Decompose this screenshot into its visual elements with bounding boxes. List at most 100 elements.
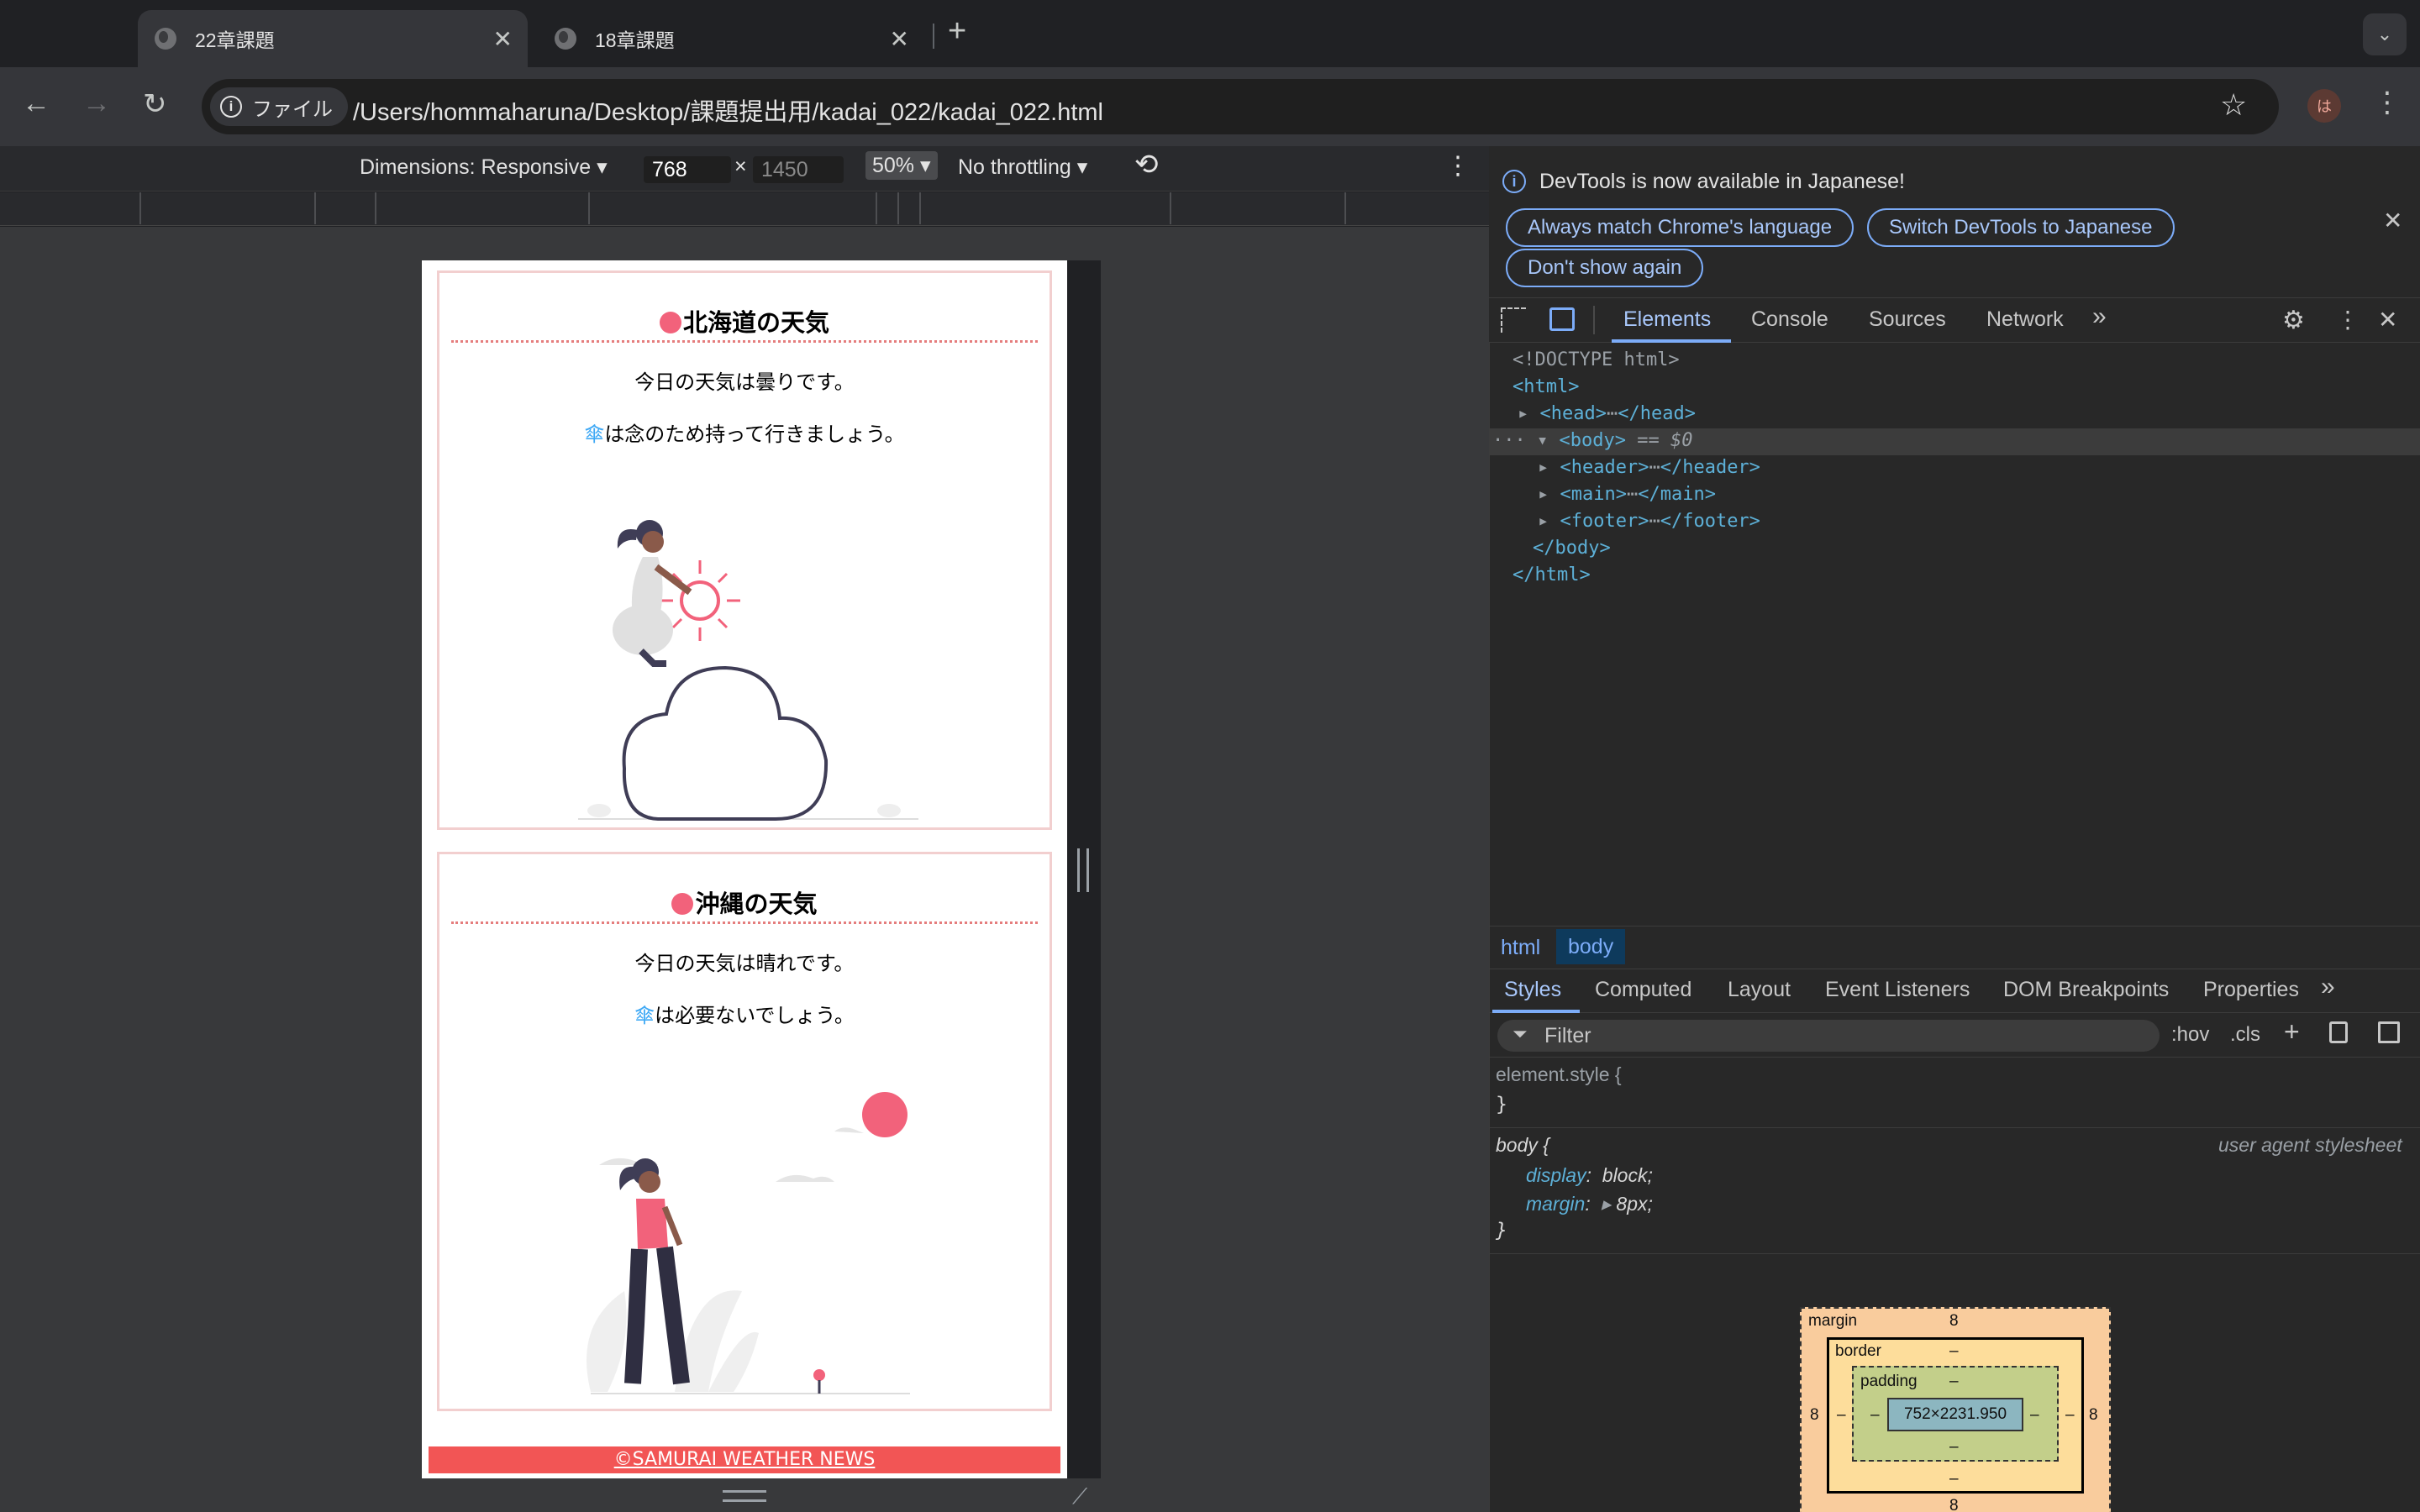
corner-resize-icon[interactable]: ⟋ [1072, 1483, 1087, 1510]
margin-top-value[interactable]: 8 [1949, 1312, 1959, 1331]
browser-menu-button[interactable]: ⋮ [2373, 86, 2402, 119]
media-query-marker[interactable] [876, 192, 877, 224]
more-subtabs-icon[interactable]: » [2321, 973, 2335, 1001]
tab-console[interactable]: Console [1751, 307, 1828, 332]
zoom-dropdown[interactable]: 50% ▾ [865, 151, 938, 180]
margin-declaration[interactable]: margin: ▸ 8px; [1526, 1193, 1653, 1215]
element-style-selector[interactable]: element.style { [1496, 1063, 1622, 1086]
reload-button[interactable]: ↻ [143, 87, 167, 121]
url-text[interactable]: /Users/hommaharuna/Desktop/課題提出用/kadai_0… [353, 92, 1103, 128]
site-info-label: ファイル [252, 97, 333, 121]
device-toolbar-more-icon[interactable]: ⋮ [1445, 151, 1470, 181]
tab-sources[interactable]: Sources [1869, 307, 1946, 332]
close-tab-icon[interactable]: ✕ [890, 25, 909, 53]
cls-toggle[interactable]: .cls [2230, 1023, 2260, 1047]
margin-right-value[interactable]: 8 [2089, 1406, 2098, 1425]
new-rule-icon[interactable]: + [2284, 1016, 2300, 1047]
media-query-marker[interactable] [375, 192, 376, 224]
weather-card-hokkaido: 北海道の天気 今日の天気は曇りです。 傘は念のため持って行きましょう。 [437, 270, 1052, 830]
tab-elements[interactable]: Elements [1623, 307, 1711, 332]
red-dot-icon [671, 893, 694, 915]
dom-main-row[interactable]: ▸ <main>⋯</main> [1538, 484, 1716, 505]
bottom-resize-handle[interactable] [723, 1490, 766, 1502]
more-tabs-icon[interactable]: » [2092, 302, 2107, 331]
dom-footer-row[interactable]: ▸ <footer>⋯</footer> [1538, 511, 1760, 532]
rotate-icon[interactable]: ⟲ [1134, 148, 1159, 181]
dom-body-row[interactable]: ··· ▾ <body> == $0 [1492, 430, 1692, 451]
red-dot-icon [659, 312, 681, 333]
margin-bottom-value[interactable]: 8 [1949, 1497, 1959, 1512]
media-query-marker[interactable] [588, 192, 590, 224]
bookmark-star-icon[interactable]: ☆ [2220, 87, 2247, 123]
padding-top-value[interactable]: – [1949, 1373, 1959, 1391]
infobar-close-icon[interactable]: ✕ [2383, 207, 2402, 234]
match-language-button[interactable]: Always match Chrome's language [1506, 208, 1854, 247]
devtools-close-icon[interactable]: ✕ [2378, 306, 2397, 333]
tab-styles[interactable]: Styles [1504, 978, 1561, 1002]
tab-layout[interactable]: Layout [1728, 978, 1791, 1002]
media-query-marker[interactable] [1170, 192, 1171, 224]
right-resize-handle[interactable] [1077, 848, 1089, 892]
media-query-marker[interactable] [1344, 192, 1346, 224]
dom-html[interactable]: <html> [1512, 376, 1579, 397]
new-tab-button[interactable]: + [948, 13, 966, 50]
close-tab-icon[interactable]: ✕ [493, 25, 513, 53]
hov-toggle[interactable]: :hov [2171, 1023, 2209, 1047]
site-info-chip[interactable]: i ファイル [210, 87, 348, 126]
media-query-marker[interactable] [897, 192, 899, 224]
padding-left-value[interactable]: – [1870, 1406, 1880, 1425]
dom-head-row[interactable]: ▸ <head>⋯</head> [1518, 403, 1696, 424]
breadcrumb-body[interactable]: body [1556, 929, 1626, 964]
inspect-element-icon[interactable] [1501, 307, 1526, 333]
breadcrumb-html[interactable]: html [1501, 936, 1540, 960]
tab-18[interactable]: 18章課題 ✕ [538, 10, 924, 67]
profile-avatar[interactable]: は [2307, 89, 2341, 123]
border-bottom-value[interactable]: – [1949, 1470, 1959, 1488]
padding-bottom-value[interactable]: – [1949, 1438, 1959, 1457]
padding-right-value[interactable]: – [2030, 1406, 2039, 1425]
border-left-value[interactable]: – [1837, 1406, 1846, 1425]
box-model-content[interactable]: 752×2231.950 [1887, 1398, 2023, 1431]
switch-japanese-button[interactable]: Switch DevTools to Japanese [1867, 208, 2175, 247]
tab-network[interactable]: Network [1986, 307, 2064, 332]
forward-button[interactable]: → [82, 87, 111, 120]
dom-html-close[interactable]: </html> [1512, 564, 1591, 585]
devtools-menu-icon[interactable]: ⋮ [2336, 306, 2360, 333]
display-declaration[interactable]: display: block; [1526, 1164, 1653, 1187]
media-query-marker[interactable] [919, 192, 921, 224]
back-button[interactable]: ← [22, 87, 50, 120]
tab-title: 18章課題 [595, 29, 675, 51]
border-top-value[interactable]: – [1949, 1342, 1959, 1361]
device-toggle-icon[interactable] [1549, 307, 1575, 331]
width-input[interactable]: 768 [644, 156, 731, 183]
media-query-marker[interactable] [139, 192, 141, 224]
globe-icon [555, 28, 576, 50]
tab-dom-breakpoints[interactable]: DOM Breakpoints [2003, 978, 2169, 1002]
height-input[interactable]: 1450 [753, 156, 844, 183]
tab-computed[interactable]: Computed [1595, 978, 1691, 1002]
margin-left-value[interactable]: 8 [1810, 1406, 1819, 1425]
globe-icon [155, 28, 176, 50]
media-query-marker[interactable] [314, 192, 316, 224]
tab-title: 22章課題 [195, 29, 275, 51]
dom-body-close[interactable]: </body> [1533, 538, 1611, 559]
dom-header-row[interactable]: ▸ <header>⋯</header> [1538, 457, 1760, 478]
settings-gear-icon[interactable]: ⚙ [2282, 306, 2305, 335]
dont-show-again-button[interactable]: Don't show again [1506, 249, 1704, 287]
dom-doctype[interactable]: <!DOCTYPE html> [1512, 349, 1680, 370]
throttling-dropdown[interactable]: No throttling ▾ [958, 155, 1087, 180]
sidebar-toggle-icon[interactable] [2378, 1021, 2400, 1043]
tab-search-button[interactable]: ⌄ [2363, 13, 2407, 55]
dimensions-dropdown[interactable]: Dimensions: Responsive ▾ [360, 155, 608, 180]
info-icon: i [220, 96, 242, 118]
tab-properties[interactable]: Properties [2203, 978, 2299, 1002]
paint-brush-icon[interactable] [2329, 1021, 2348, 1043]
tab-event-listeners[interactable]: Event Listeners [1825, 978, 1970, 1002]
media-query-bar[interactable] [0, 192, 1489, 226]
border-right-value[interactable]: – [2065, 1406, 2075, 1425]
body-rule-selector[interactable]: body { [1496, 1134, 1549, 1157]
tab-22[interactable]: 22章課題 ✕ [138, 10, 528, 67]
styles-filter-input[interactable]: Filter [1497, 1020, 2160, 1052]
weather-text: 今日の天気は曇りです。 [634, 370, 855, 394]
footer-link[interactable]: ©SAMURAI WEATHER NEWS [429, 1446, 1060, 1473]
